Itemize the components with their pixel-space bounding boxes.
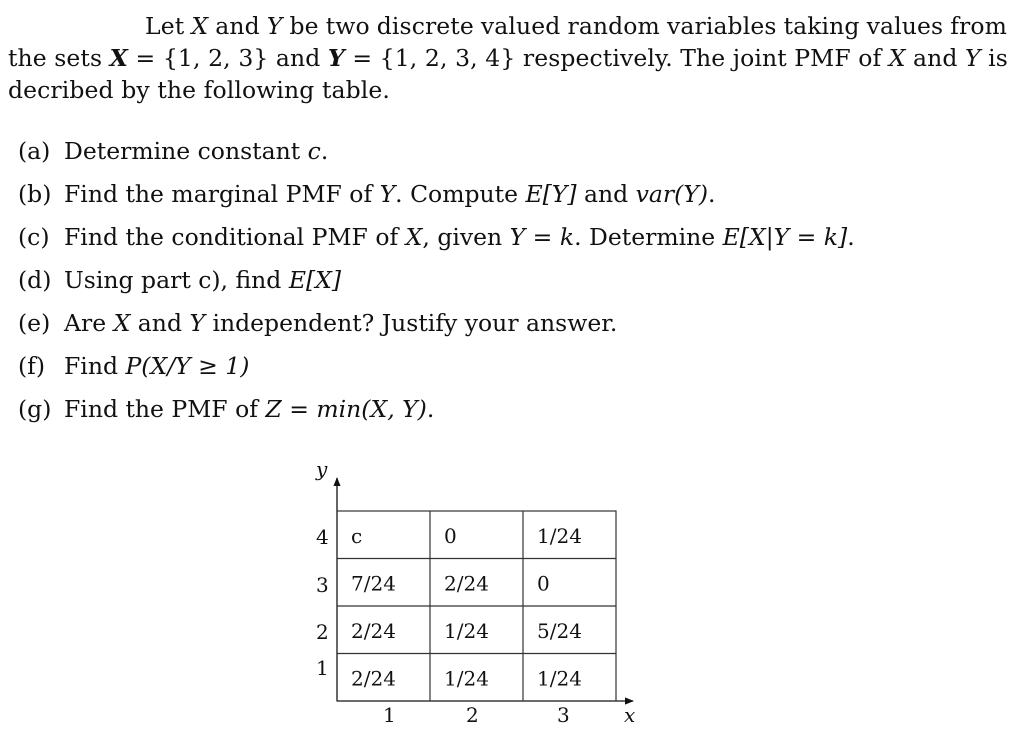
table-cell: 0 xyxy=(444,524,457,548)
y-tick-label: 4 xyxy=(316,525,329,549)
table-cell: 1/24 xyxy=(537,524,582,548)
table-cell: 0 xyxy=(537,572,550,596)
x-axis-label: x xyxy=(624,703,635,727)
y-tick-label: 1 xyxy=(316,656,329,680)
table-cell: 1/24 xyxy=(444,619,489,643)
x-tick-label: 1 xyxy=(383,703,396,727)
table-cell: 2/24 xyxy=(444,572,489,596)
x-tick-label: 2 xyxy=(466,703,479,727)
table-cell: 7/24 xyxy=(351,572,396,596)
y-tick-label: 2 xyxy=(316,620,329,644)
table-cell: 1/24 xyxy=(444,667,489,691)
joint-pmf-table: y x 4 3 2 1 1 2 3 c 0 1/24 7/24 2/24 0 2/24 1/24 5/24 2/24… xyxy=(315,457,635,727)
table-cell: 2/24 xyxy=(351,667,396,691)
table-cell: 5/24 xyxy=(537,619,582,643)
table-cell: 1/24 xyxy=(537,667,582,691)
table-cell: c xyxy=(351,524,362,548)
y-axis-label: y xyxy=(315,457,328,481)
x-tick-label: 3 xyxy=(557,703,570,727)
y-tick-label: 3 xyxy=(316,573,329,597)
table-cell: 2/24 xyxy=(351,619,396,643)
